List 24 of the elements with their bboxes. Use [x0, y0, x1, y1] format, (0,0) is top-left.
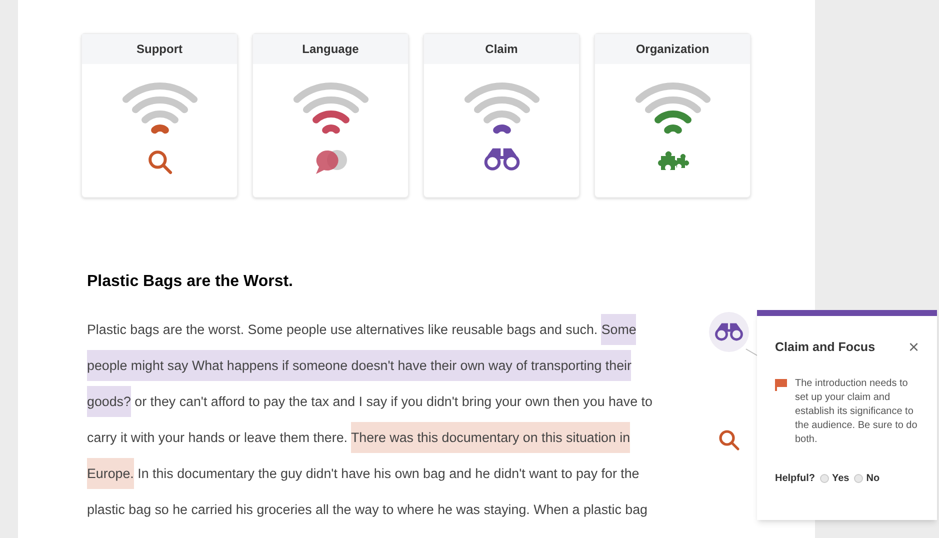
binoculars-icon [482, 148, 520, 171]
essay-paragraph: Plastic bags are the worst. Some people use alternatives like reusable bags and such. Some people might say What happens if someone doesn't have their own way of transporting their goods? or they can't afford to pay the tax and I say if you didn't bring your own then you have to carry it with your hands or leave them there. There was this documentary on this situation in Europe. In this documentary the guy didn't have his own bag and he didn't want to pay for the plastic bag so he carried his groceries all the way to where he was staying. When a plastic bag [87, 312, 667, 528]
option-label: No [866, 472, 880, 486]
helpful-label: Helpful? [775, 472, 815, 486]
essay-title: Plastic Bags are the Worst. [87, 272, 294, 292]
card-title: Support [136, 41, 182, 58]
close-button[interactable]: × [908, 338, 919, 356]
score-card[interactable]: Support [81, 33, 238, 198]
card-title: Language [302, 41, 359, 58]
radio-option[interactable]: Yes [820, 470, 850, 486]
radio-option[interactable]: No [854, 470, 880, 486]
score-card[interactable]: Claim [423, 33, 580, 198]
card-title: Claim [485, 41, 518, 58]
score-card[interactable]: Organization [594, 33, 751, 198]
score-card[interactable]: Language [252, 33, 409, 198]
search-icon [717, 428, 741, 452]
flag-icon [775, 378, 787, 391]
binoculars-marker[interactable] [709, 312, 749, 352]
magnifier-icon [146, 148, 174, 176]
card-title: Organization [636, 41, 710, 58]
binoculars-icon [714, 323, 744, 341]
feedback-message: The introduction needs to set up your claim and establish its significance to the audience. Be sure to do both. [795, 376, 918, 447]
option-label: Yes [832, 472, 850, 486]
popup-title: Claim and Focus [775, 339, 876, 356]
